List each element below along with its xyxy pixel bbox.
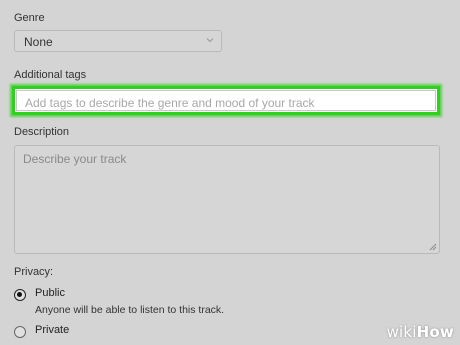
privacy-public-label[interactable]: Public — [35, 287, 65, 299]
description-placeholder: Describe your track — [23, 152, 127, 166]
tags-placeholder: Add tags to describe the genre and mood … — [25, 96, 315, 110]
watermark-wiki: wiki — [386, 323, 417, 341]
resize-handle-icon[interactable] — [429, 243, 437, 251]
privacy-public-help: Anyone will be able to listen to this tr… — [35, 304, 225, 316]
tags-label: Additional tags — [14, 69, 87, 81]
tags-input[interactable]: Add tags to describe the genre and mood … — [16, 90, 436, 111]
description-textarea[interactable]: Describe your track — [14, 145, 440, 254]
genre-selected-value: None — [24, 35, 53, 49]
wikihow-watermark: wikiHow — [387, 323, 454, 341]
privacy-private-label[interactable]: Private — [35, 324, 69, 336]
privacy-label: Privacy: — [14, 266, 54, 278]
chevron-down-icon — [206, 38, 214, 43]
privacy-public-radio[interactable] — [14, 289, 26, 301]
tags-input-highlight: Add tags to describe the genre and mood … — [12, 86, 440, 115]
genre-select[interactable]: None — [14, 30, 222, 52]
privacy-private-radio[interactable] — [14, 326, 26, 338]
genre-label: Genre — [14, 12, 45, 24]
description-label: Description — [14, 126, 70, 138]
watermark-how: How — [416, 323, 454, 341]
